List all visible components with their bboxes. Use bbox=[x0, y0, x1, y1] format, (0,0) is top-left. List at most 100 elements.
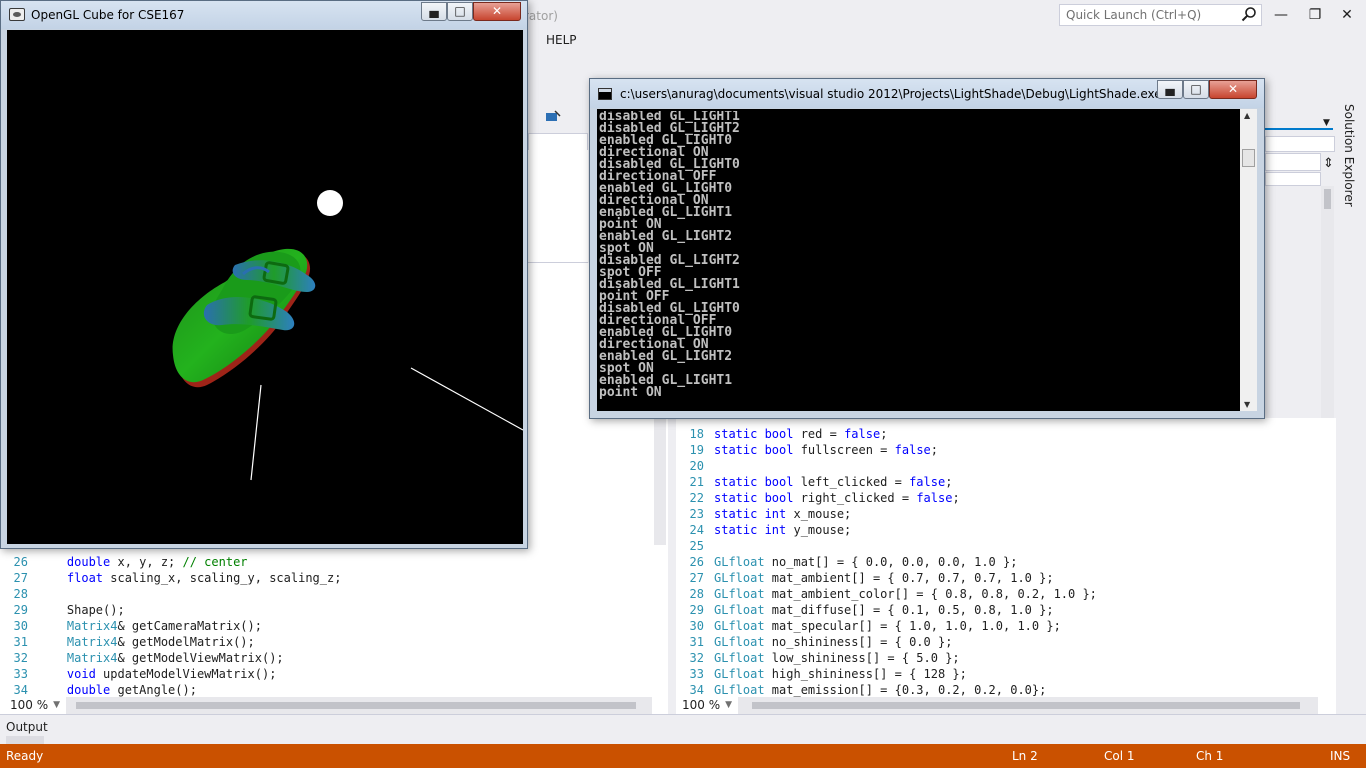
line-number: 22 bbox=[689, 491, 704, 505]
code-line[interactable]: 27 GLfloat mat_ambient[] = { 0.7, 0.7, 0.… bbox=[676, 570, 1054, 586]
line-number: 19 bbox=[689, 443, 704, 457]
code-line[interactable]: 32 GLfloat low_shininess[] = { 5.0 }; bbox=[676, 650, 960, 666]
code-line[interactable]: 33 GLfloat high_shininess[] = { 128 }; bbox=[676, 666, 967, 682]
console-line: enabled GL_LIGHT2 bbox=[599, 349, 733, 364]
maximize-icon[interactable]: □ bbox=[447, 2, 473, 21]
code-token: x_mouse; bbox=[786, 507, 852, 521]
console-icon bbox=[598, 88, 612, 100]
line-number: 26 bbox=[13, 555, 28, 569]
code-line[interactable]: 18 static bool red = false; bbox=[676, 426, 888, 442]
console-scrollbar[interactable]: ▲ ▼ bbox=[1240, 109, 1257, 411]
right-scroll-thumb[interactable] bbox=[1324, 189, 1331, 209]
sandal-model bbox=[172, 248, 316, 388]
left-zoom-dropdown[interactable]: 100 % ▼ bbox=[4, 697, 64, 714]
vs-minimize-button[interactable]: — bbox=[1268, 4, 1294, 26]
code-line[interactable]: 28 bbox=[0, 586, 38, 602]
left-code-editor[interactable]: 26 double x, y, z; // center 27 float sca… bbox=[0, 545, 668, 715]
vs-title-text: rator) bbox=[524, 9, 558, 23]
code-token: // center bbox=[182, 555, 248, 569]
scroll-down-arrow-icon[interactable]: ▼ bbox=[1244, 400, 1250, 409]
code-line[interactable]: 31 Matrix4& getModelMatrix(); bbox=[0, 634, 255, 650]
solution-explorer-tab[interactable]: Solution Explorer bbox=[1338, 104, 1366, 214]
code-token: GLfloat bbox=[714, 619, 765, 633]
line-number: 23 bbox=[689, 507, 704, 521]
maximize-icon[interactable]: □ bbox=[1183, 80, 1209, 99]
output-panel-tab[interactable]: Output bbox=[6, 720, 48, 734]
tab-dropdown-icon[interactable]: ▼ bbox=[1323, 118, 1330, 128]
code-line[interactable]: 30 GLfloat mat_specular[] = { 1.0, 1.0, 1… bbox=[676, 618, 1061, 634]
code-token: GLfloat bbox=[714, 651, 765, 665]
right-zoom-dropdown[interactable]: 100 % ▼ bbox=[676, 697, 736, 714]
right-hscroll-thumb[interactable] bbox=[752, 702, 1300, 709]
code-line[interactable]: 34 GLfloat mat_emission[] = {0.3, 0.2, 0.… bbox=[676, 682, 1047, 698]
code-token: GLfloat bbox=[714, 571, 765, 585]
status-bar: Ready Ln 2 Col 1 Ch 1 INS bbox=[0, 744, 1366, 768]
minimize-icon[interactable]: ▄ bbox=[421, 2, 447, 21]
code-token: GLfloat bbox=[714, 603, 765, 617]
code-token: ; bbox=[880, 427, 888, 441]
code-line[interactable]: 33 void updateModelViewMatrix(); bbox=[0, 666, 277, 682]
console-window[interactable]: c:\users\anurag\documents\visual studio … bbox=[589, 78, 1265, 419]
code-line[interactable]: 32 Matrix4& getModelViewMatrix(); bbox=[0, 650, 284, 666]
member-dropdown[interactable] bbox=[1265, 153, 1321, 171]
minimize-icon[interactable]: ▄ bbox=[1157, 80, 1183, 99]
code-line[interactable]: 25 bbox=[676, 538, 714, 554]
code-line[interactable]: 30 Matrix4& getCameraMatrix(); bbox=[0, 618, 262, 634]
code-token: x, y, z; bbox=[110, 555, 183, 569]
code-line[interactable]: 29 GLfloat mat_diffuse[] = { 0.1, 0.5, 0.… bbox=[676, 602, 1054, 618]
console-scroll-thumb[interactable] bbox=[1242, 149, 1255, 167]
line-number: 18 bbox=[689, 427, 704, 441]
code-line[interactable]: 22 static bool right_clicked = false; bbox=[676, 490, 960, 506]
code-token: false bbox=[909, 475, 946, 489]
search-icon bbox=[1241, 7, 1256, 22]
status-column: Col 1 bbox=[1104, 749, 1135, 763]
code-token: Matrix4 bbox=[38, 635, 118, 649]
split-icon[interactable]: ⇕ bbox=[1323, 156, 1334, 171]
quick-launch-input[interactable]: Quick Launch (Ctrl+Q) bbox=[1059, 4, 1262, 26]
code-token: double bbox=[38, 555, 111, 569]
code-line[interactable]: 26 GLfloat no_mat[] = { 0.0, 0.0, 0.0, 1.… bbox=[676, 554, 1018, 570]
code-line[interactable]: 24 static int y_mouse; bbox=[676, 522, 852, 538]
opengl-viewport[interactable] bbox=[7, 30, 524, 544]
quick-launch-placeholder: Quick Launch (Ctrl+Q) bbox=[1066, 8, 1202, 22]
close-icon[interactable]: ✕ bbox=[473, 2, 521, 21]
code-line[interactable]: 19 static bool fullscreen = false; bbox=[676, 442, 938, 458]
output-divider bbox=[0, 714, 1366, 715]
line-number: 33 bbox=[689, 667, 704, 681]
code-line[interactable]: 29 Shape(); bbox=[0, 602, 125, 618]
attach-process-icon[interactable] bbox=[545, 109, 561, 125]
line-number: 21 bbox=[689, 475, 704, 489]
code-line[interactable]: 23 static int x_mouse; bbox=[676, 506, 852, 522]
right-editor-hscroll[interactable] bbox=[738, 697, 1318, 714]
code-line[interactable]: 21 static bool left_clicked = false; bbox=[676, 474, 953, 490]
scroll-up-arrow-icon[interactable]: ▲ bbox=[1244, 111, 1250, 120]
console-output[interactable]: disabled GL_LIGHT1 disabled GL_LIGHT2 enab… bbox=[597, 109, 1257, 411]
code-line[interactable]: 20 bbox=[676, 458, 714, 474]
code-token: scaling_x, scaling_y, scaling_z; bbox=[103, 571, 342, 585]
code-token: right_clicked = bbox=[793, 491, 917, 505]
vs-close-button[interactable]: ✕ bbox=[1334, 4, 1360, 26]
code-token: static bool bbox=[714, 427, 794, 441]
navigation-bar[interactable] bbox=[1265, 136, 1335, 152]
opengl-window[interactable]: OpenGL Cube for CSE167 ▄ □ ✕ bbox=[0, 0, 528, 549]
code-line[interactable]: 26 double x, y, z; // center bbox=[0, 554, 248, 570]
left-editor-hscroll[interactable] bbox=[66, 697, 652, 714]
left-navigation-bar[interactable] bbox=[528, 133, 588, 151]
code-line[interactable]: 31 GLfloat no_shininess[] = { 0.0 }; bbox=[676, 634, 953, 650]
code-line[interactable]: 28 GLfloat mat_ambient_color[] = { 0.8, 0… bbox=[676, 586, 1097, 602]
left-hscroll-thumb[interactable] bbox=[76, 702, 636, 709]
close-icon[interactable]: ✕ bbox=[1209, 80, 1257, 99]
console-line: point ON bbox=[599, 385, 662, 400]
menu-help[interactable]: HELP bbox=[546, 33, 577, 47]
opengl-titlebar[interactable]: OpenGL Cube for CSE167 ▄ □ ✕ bbox=[1, 1, 527, 29]
app-icon bbox=[9, 8, 25, 21]
code-line[interactable]: 34 double getAngle(); bbox=[0, 682, 197, 698]
line-number: 26 bbox=[689, 555, 704, 569]
console-titlebar[interactable]: c:\users\anurag\documents\visual studio … bbox=[590, 79, 1264, 108]
light-ray-line bbox=[410, 367, 524, 431]
code-line[interactable]: 27 float scaling_x, scaling_y, scaling_z… bbox=[0, 570, 342, 586]
code-token: GLfloat bbox=[714, 587, 765, 601]
right-code-editor[interactable]: 18 static bool red = false; 19 static bool … bbox=[676, 418, 1336, 715]
vs-restore-button[interactable]: ❐ bbox=[1302, 4, 1328, 26]
line-number: 29 bbox=[689, 603, 704, 617]
